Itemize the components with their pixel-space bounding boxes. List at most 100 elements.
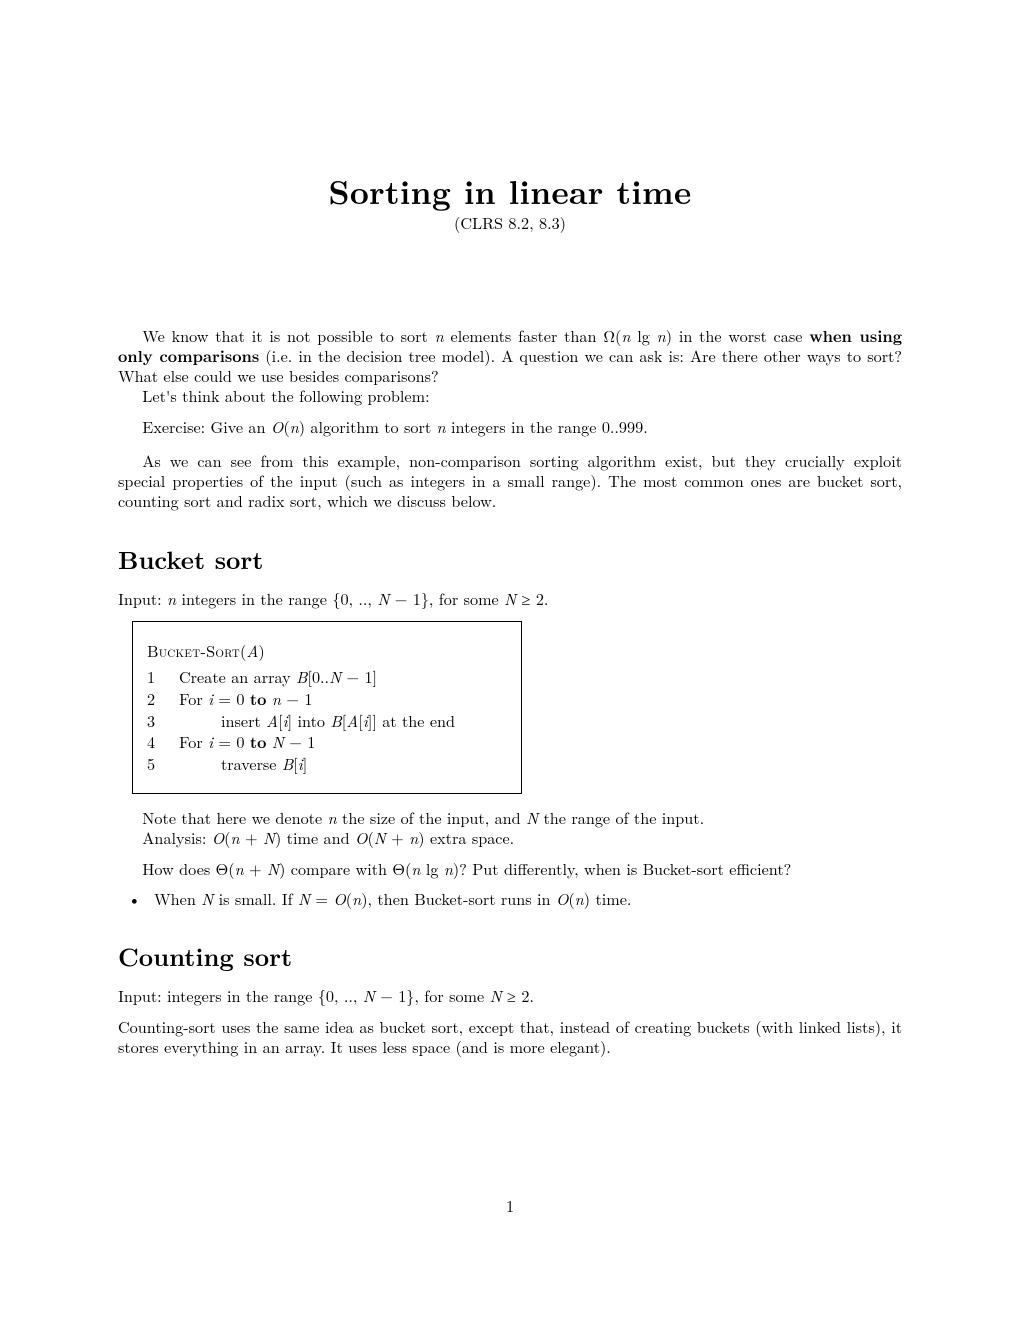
counting-paragraph: Counting-sort uses the same idea as buck… <box>118 1017 902 1058</box>
text: − 1 <box>281 687 312 710</box>
text: − 1}, for some <box>389 587 504 610</box>
line-number: 2 <box>147 688 169 710</box>
text: + <box>386 826 409 849</box>
var-n: n <box>352 887 361 910</box>
proc-name: Bucket-Sort <box>147 639 240 662</box>
document-title: Sorting in linear time <box>118 170 902 211</box>
var-N: N <box>377 587 389 610</box>
var-n: n <box>235 857 244 880</box>
var-B: B <box>330 709 341 732</box>
text: the range of the input. <box>538 806 704 829</box>
text: ] <box>303 752 308 775</box>
page-number: 1 <box>0 1196 1020 1216</box>
var-n: n <box>409 826 418 849</box>
algo-line-1: 1 Create an array B[0..N − 1] <box>147 666 507 688</box>
var-N: N <box>272 730 284 753</box>
big-o: O <box>355 826 367 849</box>
var-n: n <box>575 887 584 910</box>
text: ), then Bucket-sort runs in <box>361 887 556 910</box>
bucket-input: Input: n integers in the range {0, .., N… <box>118 589 902 609</box>
text: [0.. <box>307 665 329 688</box>
text: ) time. <box>584 887 632 910</box>
big-o: O <box>271 415 283 438</box>
var-N: N <box>363 984 375 1007</box>
var-n: n <box>272 687 281 710</box>
line-body: traverse B[i] <box>169 753 307 775</box>
var-A: A <box>246 639 258 662</box>
var-B: B <box>282 752 293 775</box>
var-N: N <box>526 806 538 829</box>
big-o: O <box>212 826 224 849</box>
bullet-text: When N is small. If N = O(n), then Bucke… <box>154 889 631 909</box>
algorithm-name: Bucket-Sort(A) <box>147 640 507 662</box>
text: ≥ 2. <box>516 587 548 610</box>
text: ) compare with Θ( <box>279 857 411 880</box>
var-N: N <box>267 857 279 880</box>
bullet-item: • When N is small. If N = O(n), then Buc… <box>118 889 902 909</box>
text: When <box>154 887 201 910</box>
text: Input: integers in the range {0, .., <box>118 984 363 1007</box>
kw-to: to <box>250 730 267 753</box>
text: Input: <box>118 587 167 610</box>
var-N: N <box>298 887 310 910</box>
text: integers in the range 0..999. <box>446 415 648 438</box>
text: Create an array <box>179 665 296 688</box>
var-N: N <box>490 984 502 1007</box>
var-n: n <box>167 587 176 610</box>
text: integers in the range {0, .., <box>176 587 377 610</box>
kw-to: to <box>250 687 267 710</box>
var-n: n <box>444 857 453 880</box>
text: )? Put differently, when is Bucket-sort … <box>453 857 791 880</box>
text: insert <box>221 709 266 732</box>
var-n: n <box>230 826 239 849</box>
section-heading-counting: Counting sort <box>118 941 902 972</box>
section-heading-bucket: Bucket sort <box>118 544 902 575</box>
var-n: n <box>437 415 446 438</box>
text: For <box>179 730 208 753</box>
text: ]] at the end <box>368 709 455 732</box>
bucket-analysis: Analysis: O(n + N) time and O(N + n) ext… <box>118 828 902 848</box>
var-n: n <box>290 415 299 438</box>
bucket-question: How does Θ(n + N) compare with Θ(n lg n)… <box>118 859 902 879</box>
text: + <box>240 826 263 849</box>
text: Analysis: <box>142 826 211 849</box>
counting-input: Input: integers in the range {0, .., N −… <box>118 986 902 1006</box>
text: traverse <box>221 752 282 775</box>
var-B: B <box>296 665 307 688</box>
text: For <box>179 687 208 710</box>
text: ) time and <box>275 826 355 849</box>
var-A: A <box>266 709 278 732</box>
text: + <box>244 857 267 880</box>
algo-line-4: 4 For i = 0 to N − 1 <box>147 731 507 753</box>
text: Exercise: Give an <box>142 415 271 438</box>
line-body: Create an array B[0..N − 1] <box>169 666 377 688</box>
line-body: insert A[i] into B[A[i]] at the end <box>169 710 455 732</box>
document-subtitle: (CLRS 8.2, 8.3) <box>118 213 902 233</box>
exercise: Exercise: Give an O(n) algorithm to sort… <box>118 417 902 437</box>
line-body: For i = 0 to N − 1 <box>169 731 315 753</box>
line-number: 1 <box>147 666 169 688</box>
var-N: N <box>329 665 341 688</box>
var-A: A <box>346 709 358 732</box>
text: lg <box>420 857 443 880</box>
intro-paragraph-1: We know that it is not possible to sort … <box>118 326 902 387</box>
text: is small. If <box>213 887 298 910</box>
var-N: N <box>374 826 386 849</box>
line-number: 4 <box>147 731 169 753</box>
algorithm-box: Bucket-Sort(A) 1 Create an array B[0..N … <box>132 621 522 794</box>
text: ) algorithm to sort <box>299 415 437 438</box>
page: Sorting in linear time (CLRS 8.2, 8.3) W… <box>0 0 1020 1320</box>
text: = 0 <box>213 687 250 710</box>
text: − 1 <box>284 730 315 753</box>
big-o: O <box>556 887 568 910</box>
big-o: O <box>333 887 345 910</box>
bullet-icon: • <box>118 889 154 909</box>
var-N: N <box>504 587 516 610</box>
intro-paragraph-2: Let's think about the following problem: <box>118 386 902 406</box>
text: = <box>310 887 333 910</box>
line-body: For i = 0 to n − 1 <box>169 688 312 710</box>
algo-line-3: 3 insert A[i] into B[A[i]] at the end <box>147 710 507 732</box>
intro-paragraph-3: As we can see from this example, non-com… <box>118 451 902 512</box>
line-number: 3 <box>147 710 169 732</box>
text: − 1] <box>341 665 377 688</box>
